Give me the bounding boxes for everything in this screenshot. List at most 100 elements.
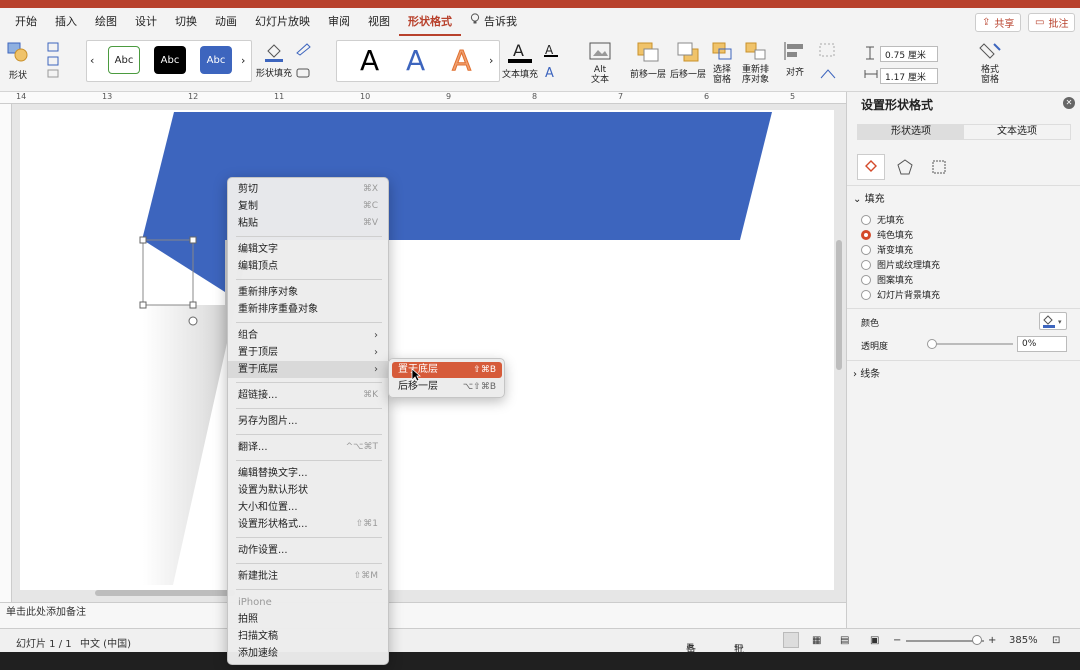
normal-view-icon[interactable] [783, 632, 799, 648]
notes-area[interactable]: 单击此处添加备注 [0, 602, 846, 628]
selection-handle[interactable] [139, 236, 147, 244]
rotate-button[interactable] [818, 66, 838, 85]
group-button[interactable] [818, 42, 838, 61]
tab-slideshow[interactable]: 幻灯片放映 [246, 8, 319, 36]
reading-view-icon[interactable]: ▤ [840, 635, 849, 646]
tab-shape-format[interactable]: 形状格式 [399, 8, 461, 36]
zoom-in-icon[interactable]: + [988, 635, 996, 646]
menu-item-translate[interactable]: 翻译... ^⌥⌘T [228, 439, 390, 456]
tab-transitions[interactable]: 切换 [166, 8, 206, 36]
fill-section-header[interactable]: ⌄ 填充 [853, 190, 885, 205]
menu-item-send-to-back[interactable]: 置于底层 › [228, 361, 390, 378]
menu-item-reorder-objects[interactable]: 重新排序对象 [228, 284, 390, 301]
selection-handle[interactable] [189, 236, 197, 244]
wordart-orange[interactable]: A [451, 44, 471, 78]
shape-effects-button[interactable] [294, 66, 314, 83]
vertical-scrollbar[interactable] [836, 240, 842, 370]
fill-option[interactable]: 幻灯片背景填充 [861, 288, 940, 301]
rotate-handle[interactable] [188, 316, 198, 326]
alt-text-button[interactable]: Alt 文本 [586, 40, 614, 85]
gallery-prev-icon[interactable]: ‹ [90, 54, 94, 67]
tab-insert[interactable]: 插入 [46, 8, 86, 36]
menu-item-new-comment[interactable]: 新建批注 ⇧⌘M [228, 568, 390, 585]
fill-line-icon[interactable] [857, 154, 885, 180]
slideshow-icon[interactable]: ▣ [870, 635, 879, 646]
tab-draw[interactable]: 绘图 [86, 8, 126, 36]
style-sample-blue[interactable]: Abc [200, 46, 232, 74]
text-effects-button[interactable]: A [542, 64, 560, 83]
menu-item-action-settings[interactable]: 动作设置... [228, 542, 390, 559]
tab-review[interactable]: 审阅 [319, 8, 359, 36]
menu-item-save-as-picture[interactable]: 另存为图片... [228, 413, 390, 430]
gallery-next-icon[interactable]: › [241, 54, 245, 67]
fill-option[interactable]: 图片或纹理填充 [861, 258, 940, 271]
menu-item-scan-documents[interactable]: 扫描文稿 [228, 628, 390, 645]
line-section-header[interactable]: › 线条 [853, 365, 880, 380]
fill-option[interactable]: 无填充 [861, 213, 904, 226]
zoom-level[interactable]: 385% [1009, 635, 1038, 646]
edit-shape-tools[interactable] [44, 40, 70, 80]
height-input[interactable]: 0.75 厘米 [880, 46, 938, 62]
text-outline-button[interactable]: A [542, 42, 560, 61]
insert-shape-button[interactable]: 形状 [6, 40, 30, 81]
menu-item-add-sketch[interactable]: 添加速绘 [228, 645, 390, 662]
pentagon-icon[interactable] [891, 154, 919, 180]
format-pane-button[interactable]: 格式 窗格 [978, 40, 1002, 85]
horizontal-scrollbar[interactable] [95, 590, 235, 596]
menu-item-hyperlink[interactable]: 超链接... ⌘K [228, 387, 390, 404]
text-fill-button[interactable]: A 文本填充 [502, 40, 538, 80]
selection-handle[interactable] [139, 301, 147, 309]
bring-forward-button[interactable]: 前移一层 [630, 40, 666, 80]
slide[interactable] [20, 110, 834, 590]
wordart-blue[interactable]: A [406, 44, 425, 77]
tab-view[interactable]: 视图 [359, 8, 399, 36]
comment-button[interactable]: ▭ 批注 [1028, 13, 1076, 32]
color-picker-button[interactable]: ▾ [1039, 312, 1067, 330]
shape-outline-button[interactable] [294, 42, 314, 59]
transparency-slider[interactable] [927, 339, 1013, 349]
tab-home[interactable]: 开始 [6, 8, 46, 36]
transparency-input[interactable]: 0% [1017, 336, 1067, 352]
reorder-objects-button[interactable]: 重新排 序对象 [742, 40, 769, 85]
tab-shape-options[interactable]: 形状选项 [858, 125, 964, 139]
menu-item-edit-points[interactable]: 编辑顶点 [228, 258, 390, 275]
menu-item-format-shape[interactable]: 设置形状格式... ⇧⌘1 [228, 516, 390, 533]
menu-item-take-photo[interactable]: 拍照 [228, 611, 390, 628]
language-indicator[interactable]: 中文 (中国) [80, 635, 131, 650]
menu-item-cut[interactable]: 剪切 ⌘X [228, 181, 390, 198]
menu-item-copy[interactable]: 复制 ⌘C [228, 198, 390, 215]
wordart-black[interactable]: A [360, 44, 379, 77]
zoom-out-icon[interactable]: − [893, 635, 901, 646]
submenu-item-send-backward[interactable]: 后移一层 ⌥⇧⌘B [392, 379, 502, 395]
tab-tell-me[interactable]: 告诉我 [461, 8, 526, 36]
slider-thumb[interactable] [927, 339, 937, 349]
selection-pane-button[interactable]: 选择 窗格 [710, 40, 734, 85]
submenu-item-send-to-back[interactable]: 置于底层 ⇧⌘B [392, 362, 502, 378]
menu-item-edit-text[interactable]: 编辑文字 [228, 241, 390, 258]
tab-design[interactable]: 设计 [126, 8, 166, 36]
share-button[interactable]: ⇪ 共享 [975, 13, 1022, 32]
close-icon[interactable]: ✕ [1063, 97, 1075, 109]
selection-handle[interactable] [189, 301, 197, 309]
menu-item-edit-alt-text[interactable]: 编辑替换文字... [228, 465, 390, 482]
size-properties-icon[interactable] [925, 154, 953, 180]
send-backward-button[interactable]: 后移一层 [670, 40, 706, 80]
style-sample-outline[interactable]: Abc [108, 46, 140, 74]
menu-item-size-position[interactable]: 大小和位置... [228, 499, 390, 516]
menu-item-group[interactable]: 组合 › [228, 327, 390, 344]
style-sample-black[interactable]: Abc [154, 46, 186, 74]
menu-item-paste[interactable]: 粘贴 ⌘V [228, 215, 390, 232]
width-input[interactable]: 1.17 厘米 [880, 68, 938, 84]
align-button[interactable]: 对齐 [782, 40, 808, 78]
fill-option[interactable]: 纯色填充 [861, 228, 913, 241]
shape-fill-button[interactable]: 形状填充 [256, 42, 292, 79]
menu-item-reorder-overlapping[interactable]: 重新排序重叠对象 [228, 301, 390, 318]
fill-option[interactable]: 图案填充 [861, 273, 913, 286]
menu-item-set-default-shape[interactable]: 设置为默认形状 [228, 482, 390, 499]
menu-item-bring-to-front[interactable]: 置于顶层 › [228, 344, 390, 361]
slide-sorter-icon[interactable]: ▦ [812, 635, 821, 646]
fill-option[interactable]: 渐变填充 [861, 243, 913, 256]
zoom-thumb[interactable] [972, 635, 982, 645]
fit-slide-icon[interactable]: ⊡ [1052, 635, 1060, 646]
tab-animations[interactable]: 动画 [206, 8, 246, 36]
